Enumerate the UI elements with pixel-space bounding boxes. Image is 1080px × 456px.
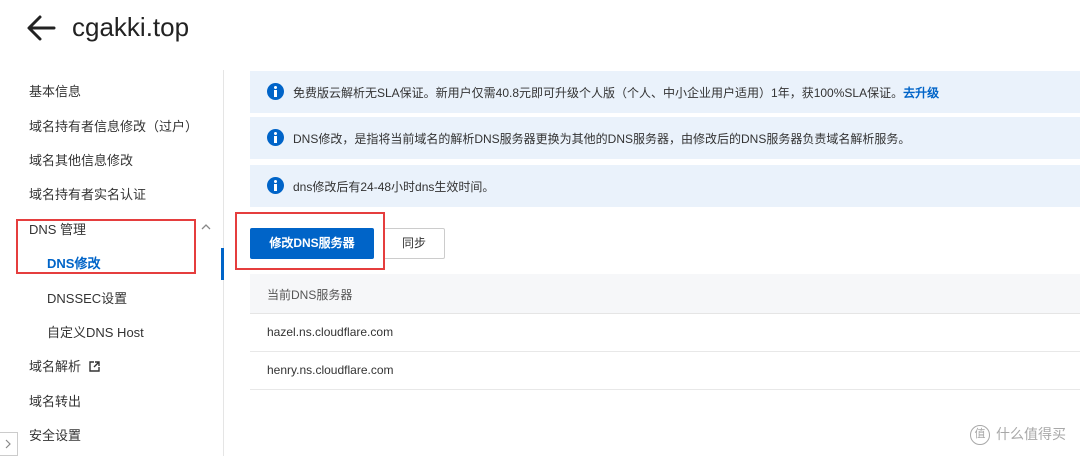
sidebar-item-dnssec[interactable]: DNSSEC设置 xyxy=(47,290,127,308)
notice-dns-propagation: dns修改后有24-48小时dns生效时间。 xyxy=(250,165,1080,207)
table-row: hazel.ns.cloudflare.com xyxy=(250,314,1080,352)
watermark-logo-icon: 值 xyxy=(970,425,990,446)
watermark-text: 什么值得买 xyxy=(996,426,1066,442)
table-header: 当前DNS服务器 xyxy=(250,274,1080,314)
watermark: 值什么值得买 xyxy=(970,424,1066,446)
upgrade-link[interactable]: 去升级 xyxy=(903,86,939,100)
chevron-right-icon xyxy=(5,439,11,449)
external-link-icon xyxy=(88,361,100,372)
notice-message: 免费版云解析无SLA保证。新用户仅需40.8元即可升级个人版（个人、中小企业用户… xyxy=(293,86,904,100)
dns-server-value: hazel.ns.cloudflare.com xyxy=(267,325,394,339)
dns-server-table: 当前DNS服务器 hazel.ns.cloudflare.com henry.n… xyxy=(250,274,1080,390)
notice-dns-explain: DNS修改，是指将当前域名的解析DNS服务器更换为其他的DNS服务器，由修改后的… xyxy=(250,117,1080,159)
notice-message: DNS修改，是指将当前域名的解析DNS服务器更换为其他的DNS服务器，由修改后的… xyxy=(293,132,911,146)
sidebar-item-label: 域名解析 xyxy=(29,359,82,374)
notice-message: dns修改后有24-48小时dns生效时间。 xyxy=(293,180,495,194)
info-icon xyxy=(267,129,284,146)
notice-upgrade: 免费版云解析无SLA保证。新用户仅需40.8元即可升级个人版（个人、中小企业用户… xyxy=(250,71,1080,113)
sidebar-item-domain-transfer-out[interactable]: 域名转出 xyxy=(29,393,81,411)
column-header-current-dns: 当前DNS服务器 xyxy=(267,288,353,302)
sidebar-item-dns-resolve[interactable]: 域名解析 xyxy=(29,358,100,376)
domain-title: cgakki.top xyxy=(72,12,190,42)
info-icon xyxy=(267,177,284,194)
back-arrow-icon[interactable] xyxy=(26,14,56,42)
active-indicator xyxy=(221,248,224,280)
table-row: henry.ns.cloudflare.com xyxy=(250,352,1080,390)
sidebar-item-real-name[interactable]: 域名持有者实名认证 xyxy=(29,186,146,204)
notice-text: 免费版云解析无SLA保证。新用户仅需40.8元即可升级个人版（个人、中小企业用户… xyxy=(293,85,939,101)
page-header: cgakki.top xyxy=(0,0,1080,56)
sidebar-item-security[interactable]: 安全设置 xyxy=(29,427,81,445)
info-icon xyxy=(267,83,284,100)
sidebar-expand-toggle[interactable] xyxy=(0,432,18,456)
sidebar-item-custom-dns-host[interactable]: 自定义DNS Host xyxy=(47,324,144,342)
highlight-box-dns-nav xyxy=(16,219,196,274)
highlight-box-modify-button xyxy=(235,212,385,270)
sync-button[interactable]: 同步 xyxy=(383,228,445,259)
sidebar-item-owner-transfer[interactable]: 域名持有者信息修改（过户） xyxy=(29,118,198,136)
sidebar-item-basic-info[interactable]: 基本信息 xyxy=(29,83,81,101)
chevron-up-icon[interactable] xyxy=(200,222,212,232)
sidebar-item-other-info[interactable]: 域名其他信息修改 xyxy=(29,152,133,170)
dns-server-value: henry.ns.cloudflare.com xyxy=(267,363,394,377)
